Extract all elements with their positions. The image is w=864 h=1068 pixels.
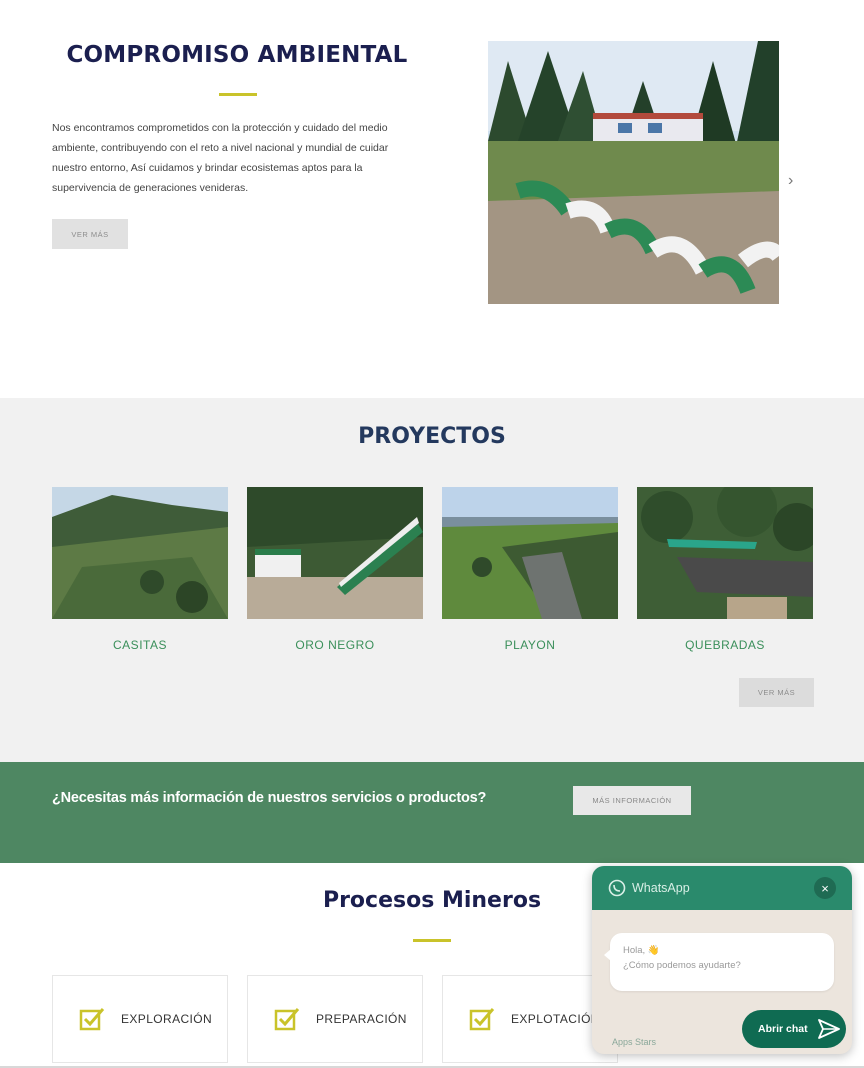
process-label: EXPLORACIÓN — [121, 1012, 213, 1026]
close-icon[interactable]: × — [814, 877, 836, 899]
project-image-oro-negro[interactable] — [247, 487, 423, 619]
process-label: PREPARACIÓN — [316, 1012, 407, 1026]
carousel-next-icon[interactable]: › — [788, 172, 793, 190]
info-banner-text: ¿Necesitas más información de nuestros s… — [52, 790, 487, 806]
chat-message-bubble: Hola, 👋 ¿Cómo podemos ayudarte? — [604, 933, 834, 991]
open-chat-button[interactable]: Abrir chat — [742, 1010, 846, 1048]
whatsapp-header: WhatsApp × — [592, 866, 852, 910]
projects-more-button[interactable]: VER MÁS — [739, 678, 814, 707]
project-image-casitas[interactable] — [52, 487, 228, 619]
environment-text: Nos encontramos comprometidos con la pro… — [52, 122, 389, 194]
projects-title: PROYECTOS — [358, 424, 506, 449]
whatsapp-icon — [608, 879, 626, 897]
environment-title: COMPROMISO AMBIENTAL — [66, 42, 408, 68]
process-label: EXPLOTACIÓN — [511, 1012, 600, 1026]
project-image-playon[interactable] — [442, 487, 618, 619]
checkbox-icon — [79, 1008, 105, 1031]
environment-section: COMPROMISO AMBIENTAL Nos encontramos com… — [0, 0, 864, 398]
project-image-quebradas[interactable] — [637, 487, 813, 619]
project-label-casitas[interactable]: CASITAS — [52, 638, 228, 652]
environment-photo — [488, 41, 779, 304]
project-label-oro-negro[interactable]: ORO NEGRO — [247, 638, 423, 652]
title-underline — [219, 93, 257, 96]
widget-brand[interactable]: Apps Stars — [612, 1037, 656, 1047]
project-label-quebradas[interactable]: QUEBRADAS — [637, 638, 813, 652]
title-underline — [413, 939, 451, 942]
chat-question: ¿Cómo podemos ayudarte? — [623, 960, 741, 971]
send-icon — [817, 1019, 840, 1039]
checkbox-icon — [274, 1008, 300, 1031]
open-chat-label: Abrir chat — [758, 1023, 808, 1035]
whatsapp-title: WhatsApp — [632, 881, 690, 895]
project-label-playon[interactable]: PLAYON — [442, 638, 618, 652]
whatsapp-chat-widget: WhatsApp × Hola, 👋 ¿Cómo podemos ayudart… — [592, 866, 852, 1054]
checkbox-icon — [469, 1008, 495, 1031]
environment-more-button[interactable]: VER MÁS — [52, 219, 128, 249]
projects-section: PROYECTOS CASITAS ORO NEGRO PLAYON QUEBR… — [0, 398, 864, 762]
chat-greeting: Hola, 👋 — [623, 945, 660, 956]
more-info-button[interactable]: MÁS INFORMACIÓN — [573, 786, 691, 815]
info-banner: ¿Necesitas más información de nuestros s… — [0, 762, 864, 863]
process-card-exploracion[interactable]: EXPLORACIÓN — [52, 975, 228, 1063]
process-card-preparacion[interactable]: PREPARACIÓN — [247, 975, 423, 1063]
